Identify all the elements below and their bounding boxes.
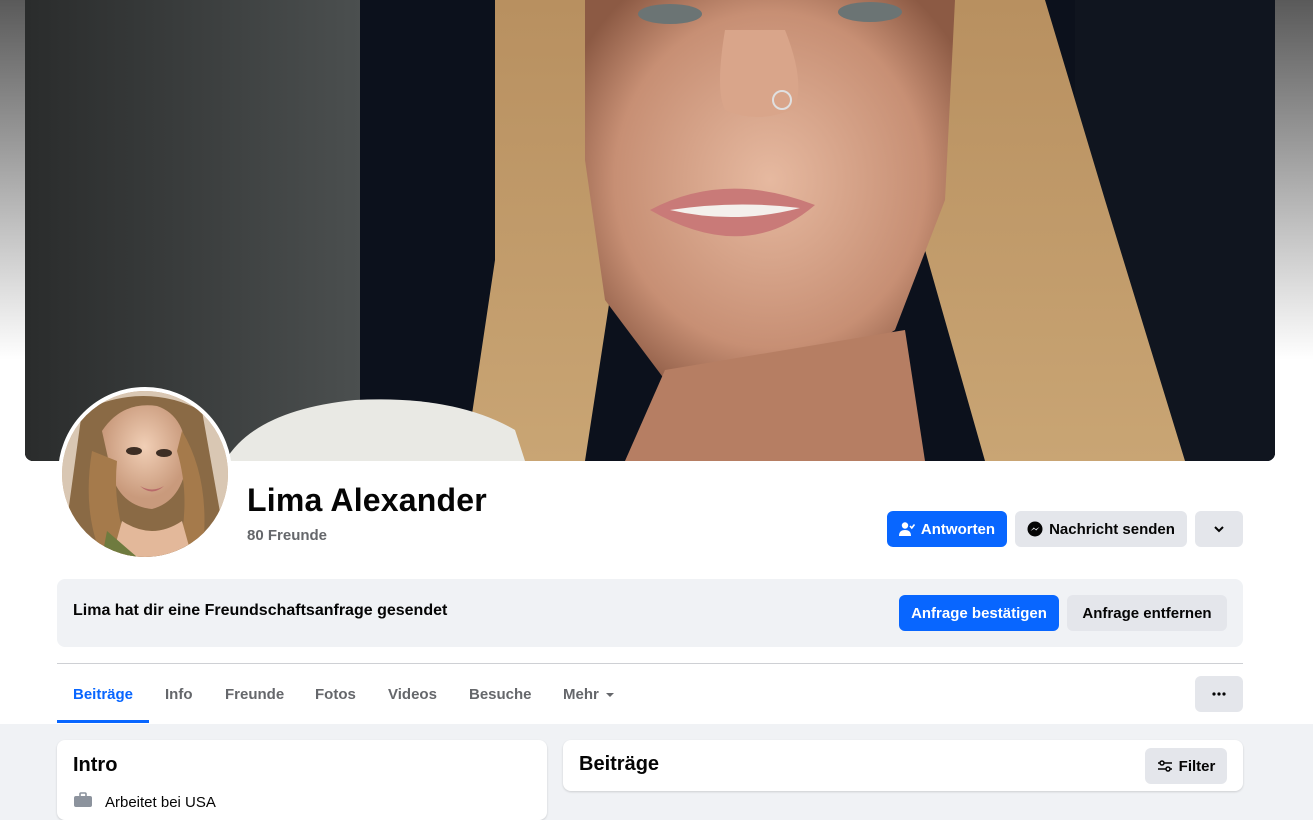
profile-more-dropdown-button[interactable]: [1195, 511, 1243, 547]
friends-count[interactable]: 80 Freunde: [247, 527, 327, 544]
intro-card: Intro Arbeitet bei USA: [57, 740, 547, 820]
tab-visits[interactable]: Besuche: [469, 664, 532, 724]
tab-friends[interactable]: Freunde: [225, 664, 284, 724]
profile-avatar[interactable]: [58, 387, 232, 561]
tab-photos[interactable]: Fotos: [315, 664, 356, 724]
filter-button[interactable]: Filter: [1145, 748, 1227, 784]
confirm-request-button[interactable]: Anfrage bestätigen: [899, 595, 1059, 631]
remove-request-button[interactable]: Anfrage entfernen: [1067, 595, 1227, 631]
active-tab-indicator: [57, 720, 149, 723]
tab-videos[interactable]: Videos: [388, 664, 437, 724]
filter-sliders-icon: [1157, 759, 1173, 773]
reply-button[interactable]: Antworten: [887, 511, 1007, 547]
posts-title: Beiträge: [579, 753, 660, 775]
chevron-down-icon: [1213, 523, 1225, 535]
filter-label: Filter: [1178, 757, 1216, 775]
caret-down-icon: [605, 686, 615, 703]
tab-more-label: Mehr: [563, 685, 599, 703]
friend-request-banner: Lima hat dir eine Freundschaftsanfrage g…: [57, 579, 1243, 647]
tabs-more-options-button[interactable]: [1195, 676, 1243, 712]
remove-request-label: Anfrage entfernen: [1082, 604, 1212, 622]
cover-photo[interactable]: [25, 0, 1275, 461]
profile-name: Lima Alexander: [247, 482, 487, 518]
friend-request-text: Lima hat dir eine Freundschaftsanfrage g…: [73, 602, 448, 619]
reply-button-label: Antworten: [920, 520, 996, 538]
confirm-request-label: Anfrage bestätigen: [911, 604, 1047, 622]
more-dots-icon: [1212, 692, 1226, 696]
send-message-button[interactable]: Nachricht senden: [1015, 511, 1187, 547]
intro-work-text: Arbeitet bei USA: [105, 793, 216, 811]
tab-posts[interactable]: Beiträge: [73, 664, 133, 724]
intro-title: Intro: [73, 754, 118, 776]
posts-card: Beiträge Filter: [563, 740, 1243, 791]
person-check-icon: [898, 521, 915, 537]
briefcase-icon: [73, 792, 93, 812]
tab-info[interactable]: Info: [165, 664, 193, 724]
intro-work-item: Arbeitet bei USA: [73, 792, 216, 812]
messenger-icon: [1027, 521, 1043, 537]
send-message-label: Nachricht senden: [1049, 520, 1175, 538]
tab-more[interactable]: Mehr: [563, 664, 615, 724]
